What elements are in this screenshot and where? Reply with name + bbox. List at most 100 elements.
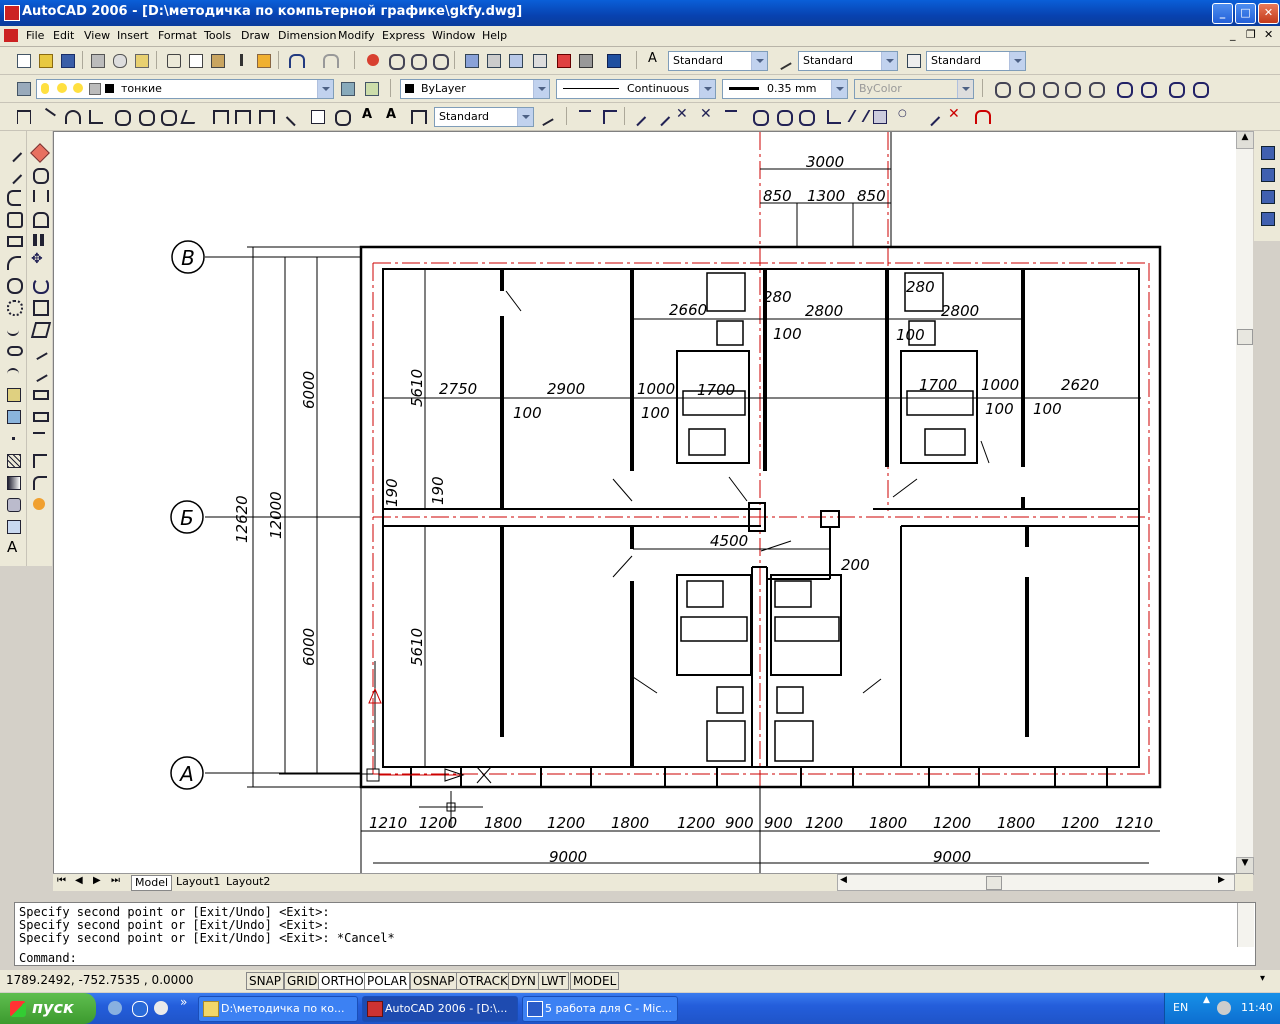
jogged-dimension-icon[interactable] [136, 107, 155, 126]
gradient-icon[interactable] [4, 473, 22, 491]
quicklaunch-more-icon[interactable]: » [180, 995, 187, 1009]
speaker-icon[interactable] [1217, 1001, 1231, 1015]
angular-dimension-icon[interactable] [180, 107, 200, 125]
arc-icon[interactable] [4, 253, 22, 271]
scroll-thumb[interactable] [1237, 329, 1253, 345]
coordinates-readout[interactable]: 1789.2492, -752.7535 , 0.0000 [6, 973, 194, 987]
snap-apparent-intersection-icon[interactable]: ✕ [698, 106, 716, 125]
vertical-scrollbar[interactable]: ▲ ▼ [1236, 131, 1254, 875]
snap-from-icon[interactable] [600, 107, 618, 125]
zoom-window-icon[interactable] [408, 51, 427, 70]
spline-icon[interactable] [4, 319, 22, 337]
dimension-style-icon[interactable] [774, 51, 792, 71]
dimension-text-edit-icon[interactable]: A [384, 107, 402, 125]
ordinate-dimension-icon[interactable] [86, 107, 104, 125]
erase-icon[interactable] [30, 143, 50, 163]
quicklaunch-desktop-icon[interactable] [108, 1001, 122, 1015]
language-expand-icon[interactable]: ▲ [1203, 995, 1210, 1005]
continue-dimension-icon[interactable] [256, 107, 275, 125]
baseline-dimension-icon[interactable] [232, 107, 251, 125]
block-editor-icon[interactable] [254, 51, 272, 69]
prev-tab-icon[interactable]: ◀ [75, 875, 83, 886]
menu-file[interactable]: File [26, 29, 44, 42]
table-icon[interactable] [4, 517, 22, 535]
rotate-icon[interactable] [30, 275, 49, 294]
scale-icon[interactable] [30, 297, 49, 316]
paste-icon[interactable] [208, 51, 226, 69]
drawing-area[interactable]: В Б А 3000 850 1300 850 2660 280 2800 28… [53, 131, 1238, 875]
temporary-track-icon[interactable] [576, 107, 594, 125]
table-style-select[interactable]: Standard [926, 51, 1026, 71]
diameter-dimension-icon[interactable] [158, 107, 177, 126]
match-properties-icon[interactable] [232, 51, 250, 69]
menu-insert[interactable]: Insert [117, 29, 149, 42]
explode-icon[interactable] [30, 495, 48, 513]
hscroll-thumb[interactable] [986, 876, 1002, 890]
zoom-out-icon[interactable] [1138, 79, 1157, 98]
offset-icon[interactable] [30, 209, 49, 228]
scroll-up-button[interactable]: ▲ [1236, 131, 1254, 149]
doc-close-button[interactable]: ✕ [1264, 28, 1273, 41]
chamfer-icon[interactable] [30, 451, 48, 469]
menu-help[interactable]: Help [482, 29, 507, 42]
menu-express[interactable]: Express [382, 29, 425, 42]
layer-manager-icon[interactable] [14, 79, 32, 97]
hatch-icon[interactable] [4, 451, 22, 469]
grid-toggle[interactable]: GRID [284, 972, 321, 990]
ellipse-arc-icon[interactable] [4, 363, 22, 381]
snap-nearest-icon[interactable] [921, 107, 941, 127]
undo-icon[interactable] [286, 51, 305, 69]
plot-icon[interactable] [88, 51, 106, 69]
command-window[interactable]: Specify second point or [Exit/Undo] <Exi… [14, 902, 1256, 966]
polyline-icon[interactable] [4, 187, 22, 206]
dimension-style-manager-icon[interactable] [536, 107, 554, 127]
calculator-icon[interactable] [576, 51, 594, 69]
save-icon[interactable] [58, 51, 76, 69]
snap-none-icon[interactable]: ✕ [946, 106, 964, 125]
layer-select[interactable]: тонкие [36, 79, 334, 99]
snap-endpoint-icon[interactable] [627, 107, 647, 127]
rectangle-icon[interactable] [4, 231, 23, 249]
doc-minimize-button[interactable]: _ [1230, 28, 1236, 41]
menu-edit[interactable]: Edit [53, 29, 74, 42]
ortho-toggle[interactable]: ORTHO [318, 972, 367, 990]
lwt-toggle[interactable]: LWT [538, 972, 569, 990]
polygon-icon[interactable] [4, 209, 23, 228]
aligned-dimension-icon[interactable] [38, 107, 56, 127]
design-center-icon[interactable] [484, 51, 502, 69]
tolerance-icon[interactable] [308, 107, 326, 125]
language-indicator[interactable]: EN [1173, 1001, 1188, 1014]
next-tab-icon[interactable]: ▶ [93, 875, 101, 886]
task-explorer[interactable]: D:\методичка по ко... [198, 996, 358, 1022]
new-icon[interactable] [14, 51, 32, 69]
copy-icon[interactable] [186, 51, 204, 69]
tab-layout1[interactable]: Layout1 [173, 875, 223, 889]
sheet-set-icon[interactable] [530, 51, 548, 69]
menu-format[interactable]: Format [158, 29, 197, 42]
dimension-style-select[interactable]: Standard [798, 51, 898, 71]
quick-leader-icon[interactable] [285, 107, 305, 127]
task-autocad[interactable]: AutoCAD 2006 - [D:\... [362, 996, 518, 1022]
close-button[interactable]: ✕ [1258, 3, 1279, 24]
menu-dimension[interactable]: Dimension [278, 29, 336, 42]
model-toggle[interactable]: MODEL [570, 972, 620, 990]
make-layer-current-icon[interactable] [338, 79, 356, 97]
tab-layout2[interactable]: Layout2 [223, 875, 273, 889]
lineweight-select[interactable]: 0.35 mm [722, 79, 848, 99]
pan-icon[interactable] [364, 51, 382, 69]
scroll-left-button[interactable]: ◀ [840, 875, 847, 885]
menu-window[interactable]: Window [432, 29, 475, 42]
zoom-extents-icon[interactable] [1190, 79, 1209, 98]
text-style-select[interactable]: Standard [668, 51, 768, 71]
revision-cloud-icon[interactable] [4, 297, 23, 316]
zoom-center-icon[interactable] [1062, 79, 1081, 98]
linear-dimension-icon[interactable] [14, 107, 32, 125]
properties-icon[interactable] [462, 51, 480, 69]
text-style-icon[interactable]: A [646, 51, 664, 69]
zoom-dynamic-icon[interactable] [1016, 79, 1035, 98]
region-icon[interactable] [4, 495, 22, 513]
fillet-icon[interactable] [30, 473, 48, 491]
media-player-icon[interactable] [154, 1001, 168, 1015]
snap-parallel-icon[interactable] [847, 107, 871, 125]
polar-toggle[interactable]: POLAR [364, 972, 411, 990]
